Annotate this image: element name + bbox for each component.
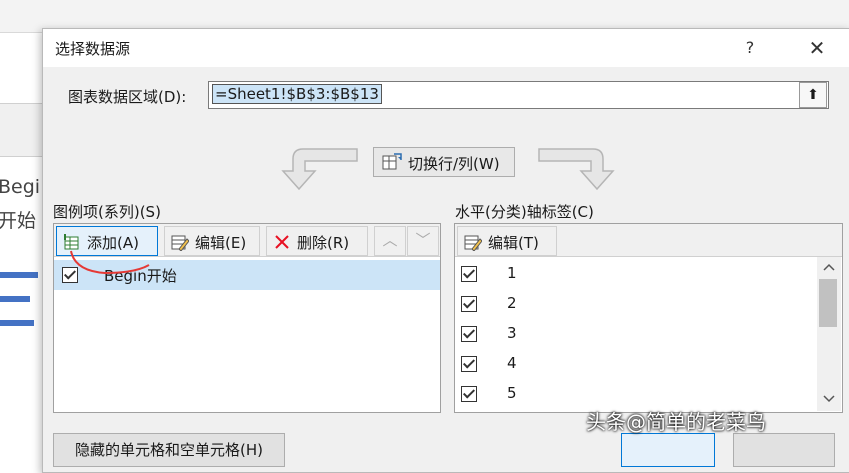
axis-label-checkbox[interactable] <box>461 356 477 372</box>
remove-series-label: 删除(R) <box>297 234 350 252</box>
background-series-line <box>0 320 34 326</box>
dialog-title: 选择数据源 <box>55 40 131 58</box>
remove-series-button[interactable]: 删除(R) <box>266 226 368 256</box>
background-series-line <box>0 296 30 302</box>
switch-label: 切换行/列(W) <box>408 155 500 173</box>
axis-toolbar: 编辑(T) <box>455 224 842 257</box>
list-item[interactable]: 3 <box>455 320 815 350</box>
dialog-titlebar: 选择数据源 ? ✕ <box>43 29 849 67</box>
switch-grid-icon <box>382 153 402 170</box>
axis-label-text: 1 <box>507 264 517 282</box>
list-item[interactable]: 1 <box>455 260 815 290</box>
axis-label-checkbox[interactable] <box>461 386 477 402</box>
axis-labels-panel: 编辑(T) 1 2 3 4 5 <box>454 223 843 413</box>
edit-table-icon <box>464 235 482 251</box>
edit-axis-labels-button[interactable]: 编辑(T) <box>457 226 557 256</box>
chart-data-range-input[interactable]: =Sheet1!$B$3:$B$13 <box>208 81 829 109</box>
close-button[interactable]: ✕ <box>799 33 835 63</box>
range-value: =Sheet1!$B$3:$B$13 <box>212 84 382 104</box>
edit-series-button[interactable]: 编辑(E) <box>164 226 260 256</box>
axis-label-text: 4 <box>507 354 517 372</box>
help-button[interactable]: ? <box>738 35 762 61</box>
axis-list-scrollbar[interactable] <box>817 257 841 411</box>
axis-label-checkbox[interactable] <box>461 296 477 312</box>
list-item[interactable]: 4 <box>455 350 815 380</box>
cancel-button[interactable] <box>733 433 835 467</box>
axis-labels-header: 水平(分类)轴标签(C) <box>455 203 594 221</box>
move-up-button[interactable]: ︿ <box>374 226 406 256</box>
list-item[interactable]: 2 <box>455 290 815 320</box>
ok-button[interactable] <box>621 433 715 467</box>
curved-arrow-left-icon <box>281 148 358 191</box>
background-label-begin: Begi <box>0 176 41 198</box>
axis-label-text: 2 <box>507 294 517 312</box>
background-label-start: 开始 <box>0 210 37 232</box>
annotation-underline-icon <box>70 250 150 275</box>
background-series-line <box>0 272 38 278</box>
edit-axis-labels-label: 编辑(T) <box>488 234 539 252</box>
axis-label-text: 5 <box>507 384 517 402</box>
legend-header: 图例项(系列)(S) <box>53 203 161 221</box>
scroll-up-icon[interactable] <box>823 263 835 271</box>
move-down-button[interactable]: ﹀ <box>407 226 439 256</box>
edit-series-label: 编辑(E) <box>195 234 247 252</box>
switch-row-column-button[interactable]: 切换行/列(W) <box>373 147 515 177</box>
scroll-down-icon[interactable] <box>823 395 835 403</box>
curved-arrow-right-icon <box>538 148 615 191</box>
axis-label-text: 3 <box>507 324 517 342</box>
axis-label-checkbox[interactable] <box>461 326 477 342</box>
axis-label-checkbox[interactable] <box>461 266 477 282</box>
watermark: 头条@简单的老菜鸟 <box>586 410 766 434</box>
remove-x-icon <box>275 235 289 249</box>
collapse-range-button[interactable]: ⬆ <box>799 82 827 108</box>
range-label: 图表数据区域(D): <box>68 88 187 106</box>
scrollbar-thumb[interactable] <box>819 279 837 327</box>
hidden-empty-cells-button[interactable]: 隐藏的单元格和空单元格(H) <box>53 433 285 467</box>
